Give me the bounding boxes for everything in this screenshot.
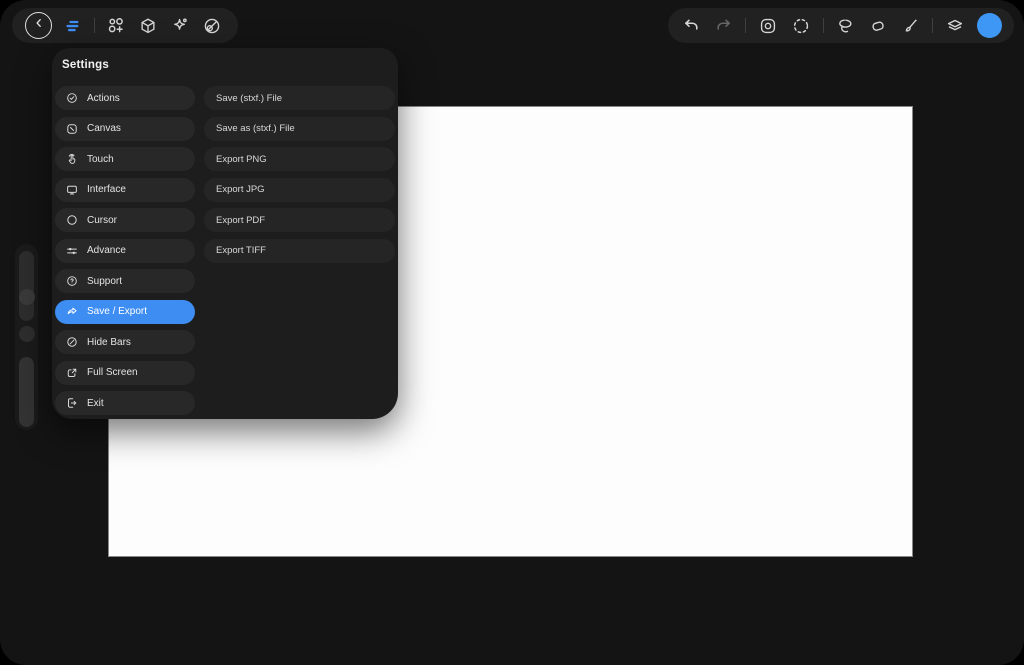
objects-button[interactable] <box>105 15 127 37</box>
side-slider-strip <box>15 244 38 430</box>
submenu-item-export-pdf[interactable]: Export PDF <box>204 208 395 232</box>
settings-item-actions[interactable]: Actions <box>55 86 195 110</box>
settings-item-label: Save / Export <box>87 306 147 317</box>
submenu-item-export-tiff[interactable]: Export TIFF <box>204 239 395 263</box>
submenu-item-save-file[interactable]: Save (stxf.) File <box>204 86 395 110</box>
toolbar-divider <box>932 18 933 33</box>
share-arrow-icon <box>65 305 79 319</box>
color-puck[interactable] <box>977 13 1002 38</box>
toolbar-divider <box>94 18 95 33</box>
submenu-item-label: Export TIFF <box>216 245 266 256</box>
settings-item-label: Support <box>87 276 122 287</box>
redo-button[interactable] <box>713 15 735 37</box>
slider-knob-upper[interactable] <box>19 289 35 305</box>
lasso-icon <box>834 15 856 37</box>
settings-item-canvas[interactable]: Canvas <box>55 117 195 141</box>
brush-button[interactable] <box>900 15 922 37</box>
circle-icon <box>65 213 79 227</box>
layers-button[interactable] <box>944 15 966 37</box>
submenu-item-export-png[interactable]: Export PNG <box>204 147 395 171</box>
settings-item-exit[interactable]: Exit <box>55 391 195 415</box>
mask-button[interactable] <box>201 15 223 37</box>
settings-item-label: Interface <box>87 184 126 195</box>
settings-item-label: Actions <box>87 93 120 104</box>
fullscreen-arrow-icon <box>65 366 79 380</box>
slider-track-lower[interactable] <box>19 357 34 427</box>
toolbar-divider <box>823 18 824 33</box>
settings-item-label: Advance <box>87 245 126 256</box>
settings-item-label: Full Screen <box>87 367 138 378</box>
settings-item-interface[interactable]: Interface <box>55 178 195 202</box>
settings-item-advance[interactable]: Advance <box>55 239 195 263</box>
brush-icon <box>900 15 922 37</box>
settings-title: Settings <box>62 59 109 71</box>
submenu-item-label: Save as (stxf.) File <box>216 123 295 134</box>
mask-circle-icon <box>201 15 223 37</box>
settings-item-full-screen[interactable]: Full Screen <box>55 361 195 385</box>
objects-add-icon <box>105 15 127 37</box>
slider-knob-lower[interactable] <box>19 326 35 342</box>
toolbar-top-left <box>12 8 238 43</box>
settings-item-label: Touch <box>87 154 114 165</box>
shapes-button[interactable] <box>137 15 159 37</box>
settings-item-save-export[interactable]: Save / Export <box>55 300 195 324</box>
undo-button[interactable] <box>680 15 702 37</box>
submenu-item-label: Export PNG <box>216 154 267 165</box>
settings-item-cursor[interactable]: Cursor <box>55 208 195 232</box>
canvas-pen-icon <box>65 122 79 136</box>
slash-circle-icon <box>65 335 79 349</box>
chevron-left-icon <box>31 15 47 36</box>
settings-item-label: Exit <box>87 398 104 409</box>
toolbar-top-right <box>668 8 1014 43</box>
submenu-item-label: Save (stxf.) File <box>216 93 282 104</box>
exit-door-icon <box>65 396 79 410</box>
settings-item-label: Cursor <box>87 215 117 226</box>
back-button[interactable] <box>25 12 52 39</box>
settings-menu: Actions Canvas Touch Interface <box>55 86 195 415</box>
submenu-item-save-as-file[interactable]: Save as (stxf.) File <box>204 117 395 141</box>
app-window: Settings Actions Canvas Touch <box>0 0 1024 665</box>
settings-item-hide-bars[interactable]: Hide Bars <box>55 330 195 354</box>
eraser-button[interactable] <box>867 15 889 37</box>
menu-button[interactable] <box>62 15 84 37</box>
save-export-submenu: Save (stxf.) File Save as (stxf.) File E… <box>204 86 395 263</box>
cube-3d-icon <box>137 15 159 37</box>
lasso-button[interactable] <box>834 15 856 37</box>
submenu-item-export-jpg[interactable]: Export JPG <box>204 178 395 202</box>
frame-capture-icon <box>757 15 779 37</box>
monitor-icon <box>65 183 79 197</box>
settings-item-support[interactable]: Support <box>55 269 195 293</box>
slider-track-upper[interactable] <box>19 251 34 321</box>
check-circle-icon <box>65 91 79 105</box>
eraser-icon <box>867 15 889 37</box>
settings-item-label: Canvas <box>87 123 121 134</box>
toolbar-divider <box>745 18 746 33</box>
layers-icon <box>944 15 966 37</box>
sparkle-icon <box>169 15 191 37</box>
submenu-item-label: Export JPG <box>216 184 265 195</box>
effects-button[interactable] <box>169 15 191 37</box>
marquee-selection-icon <box>790 15 812 37</box>
submenu-item-label: Export PDF <box>216 215 265 226</box>
touch-hand-icon <box>65 152 79 166</box>
menu-icon <box>62 15 84 37</box>
sliders-icon <box>65 244 79 258</box>
help-circle-icon <box>65 274 79 288</box>
redo-icon <box>713 15 735 37</box>
undo-icon <box>680 15 702 37</box>
marquee-selection-button[interactable] <box>790 15 812 37</box>
settings-item-touch[interactable]: Touch <box>55 147 195 171</box>
frame-capture-button[interactable] <box>757 15 779 37</box>
settings-panel: Settings Actions Canvas Touch <box>52 48 398 419</box>
settings-item-label: Hide Bars <box>87 337 131 348</box>
